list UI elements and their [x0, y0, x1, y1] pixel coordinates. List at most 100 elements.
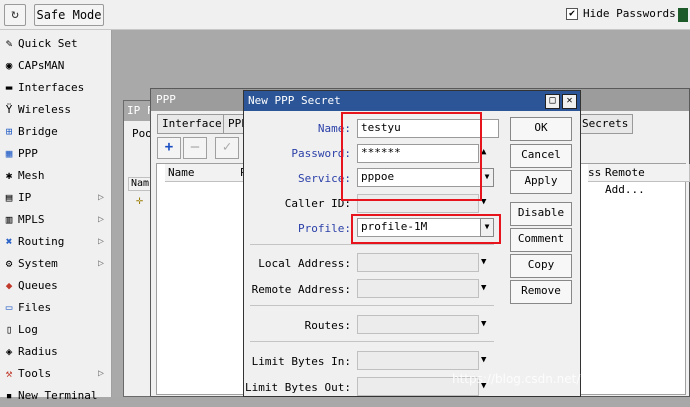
- tab-secrets[interactable]: Secrets: [577, 114, 634, 134]
- sidebar-item-label: Bridge: [18, 125, 58, 138]
- enable-icon[interactable]: ✓: [215, 137, 239, 159]
- sidebar-item-label: Files: [18, 301, 52, 314]
- sidebar-item-label: Wireless: [18, 103, 71, 116]
- column-header-name[interactable]: Name: [165, 164, 241, 182]
- dialog-title[interactable]: New PPP Secret: [244, 91, 580, 111]
- remote-address-field[interactable]: [357, 279, 479, 298]
- column-header-remote-address[interactable]: Remote Add...: [602, 164, 690, 196]
- sidebar-item-interfaces[interactable]: ▬ Interfaces: [0, 77, 112, 99]
- sidebar-item-label: Routing: [18, 235, 65, 248]
- terminal-icon: ▪: [5, 389, 13, 402]
- sidebar-item-bridge[interactable]: ⊞ Bridge: [0, 121, 112, 143]
- interfaces-icon: ▬: [5, 81, 13, 94]
- apply-button[interactable]: Apply: [510, 170, 572, 194]
- sidebar-item-label: PPP: [18, 147, 38, 160]
- routes-field[interactable]: [357, 315, 479, 334]
- radius-icon: ◈: [5, 345, 13, 358]
- sidebar-item-label: Interfaces: [18, 81, 85, 94]
- submenu-arrow-icon: ▷: [97, 214, 104, 225]
- queues-icon: ◆: [5, 279, 13, 292]
- files-icon: ▭: [5, 301, 13, 314]
- remove-button[interactable]: Remove: [510, 280, 572, 304]
- ip-window-tab[interactable]: Poo: [132, 127, 152, 140]
- expand-down-icon[interactable]: ▼: [481, 257, 486, 267]
- highlight-box-profile: [351, 214, 501, 244]
- new-ppp-secret-dialog[interactable]: New PPP Secret □ ✕ Name: testyu Password…: [243, 90, 581, 397]
- limit-bytes-in-label: Limit Bytes In:: [251, 355, 351, 368]
- sidebar-item-queues[interactable]: ◆ Queues: [0, 275, 112, 297]
- sidebar-item-log[interactable]: ▯ Log: [0, 319, 112, 341]
- sidebar-item-ip[interactable]: ▤ IP ▷: [0, 187, 112, 209]
- mpls-icon: ▥: [5, 213, 13, 226]
- submenu-arrow-icon: ▷: [97, 192, 104, 203]
- routes-label: Routes:: [304, 319, 351, 332]
- submenu-arrow-icon: ▷: [97, 368, 104, 379]
- limit-bytes-out-label: Limit Bytes Out:: [245, 381, 351, 394]
- bridge-icon: ⊞: [5, 125, 13, 138]
- submenu-arrow-icon: ▷: [97, 236, 104, 247]
- sidebar-item-label: MPLS: [18, 213, 45, 226]
- hide-passwords-checkbox[interactable]: ✔: [566, 8, 578, 20]
- sidebar-item-label: Quick Set: [18, 37, 78, 50]
- sidebar-item-ppp[interactable]: ▦ PPP: [0, 143, 112, 165]
- sidebar-item-label: CAPsMAN: [18, 59, 65, 72]
- sidebar-item-mpls[interactable]: ▥ MPLS ▷: [0, 209, 112, 231]
- sidebar-item-files[interactable]: ▭ Files: [0, 297, 112, 319]
- limit-bytes-in-field[interactable]: [357, 351, 479, 370]
- wireless-icon: Ϋ: [5, 103, 13, 116]
- system-icon: ⚙: [5, 257, 13, 270]
- status-indicator: [678, 8, 688, 22]
- add-icon[interactable]: +: [157, 137, 181, 159]
- sidebar-item-quick-set[interactable]: ✎ Quick Set: [0, 33, 112, 55]
- maximize-icon[interactable]: □: [545, 94, 560, 109]
- sidebar-item-label: Mesh: [18, 169, 45, 182]
- remove-icon[interactable]: —: [183, 137, 207, 159]
- close-icon[interactable]: ✕: [562, 94, 577, 109]
- copy-button[interactable]: Copy: [510, 254, 572, 278]
- sidebar-item-label: System: [18, 257, 58, 270]
- watermark: https://blog.csdn.net/yuzhentong: [452, 372, 652, 386]
- sidebar-item-radius[interactable]: ◈ Radius: [0, 341, 112, 363]
- cancel-button[interactable]: Cancel: [510, 144, 572, 168]
- top-toolbar: ↻ Safe Mode ✔ Hide Passwords: [0, 0, 690, 30]
- disable-button[interactable]: Disable: [510, 202, 572, 226]
- expand-down-icon[interactable]: ▼: [481, 355, 486, 365]
- routing-icon: ✖: [5, 235, 13, 248]
- sidebar-item-system[interactable]: ⚙ System ▷: [0, 253, 112, 275]
- sidebar-item-routing[interactable]: ✖ Routing ▷: [0, 231, 112, 253]
- profile-label: Profile:: [298, 222, 351, 235]
- mesh-icon: ✱: [5, 169, 13, 182]
- pool-row-icon[interactable]: ✛: [136, 193, 143, 207]
- comment-button[interactable]: Comment: [510, 228, 572, 252]
- submenu-arrow-icon: ▷: [97, 258, 104, 269]
- safe-mode-button[interactable]: Safe Mode: [34, 4, 104, 26]
- sidebar-menu: ✎ Quick Set ◉ CAPsMAN ▬ Interfaces Ϋ Wireles…: [0, 30, 112, 402]
- service-dropdown-icon[interactable]: ▼: [480, 168, 494, 187]
- highlight-box-credentials: [341, 112, 482, 201]
- sidebar-item-new-terminal[interactable]: ▪ New Terminal: [0, 385, 112, 407]
- column-header-address[interactable]: ss: [588, 164, 603, 182]
- sidebar-item-mesh[interactable]: ✱ Mesh: [0, 165, 112, 187]
- local-address-field[interactable]: [357, 253, 479, 272]
- tools-icon: ⚒: [5, 367, 13, 380]
- expand-down-icon[interactable]: ▼: [481, 283, 486, 293]
- sidebar-item-label: New Terminal: [18, 389, 98, 402]
- sidebar-item-wireless[interactable]: Ϋ Wireless: [0, 99, 112, 121]
- sidebar-item-label: Queues: [18, 279, 58, 292]
- separator: [250, 341, 494, 342]
- sidebar-item-tools[interactable]: ⚒ Tools ▷: [0, 363, 112, 385]
- ppp-icon: ▦: [5, 147, 13, 160]
- sidebar-item-label: Radius: [18, 345, 58, 358]
- separator: [250, 244, 494, 245]
- quick-set-icon: ✎: [5, 37, 13, 50]
- undo-icon[interactable]: ↻: [4, 4, 26, 26]
- expand-down-icon[interactable]: ▼: [481, 319, 486, 329]
- sidebar-item-label: IP: [18, 191, 32, 204]
- tab-interface[interactable]: Interface: [157, 114, 227, 134]
- hide-passwords-label: Hide Passwords: [583, 7, 676, 20]
- sidebar-item-capsman[interactable]: ◉ CAPsMAN: [0, 55, 112, 77]
- capsman-icon: ◉: [5, 59, 13, 72]
- ip-icon: ▤: [5, 191, 13, 204]
- log-icon: ▯: [5, 323, 13, 336]
- ok-button[interactable]: OK: [510, 117, 572, 141]
